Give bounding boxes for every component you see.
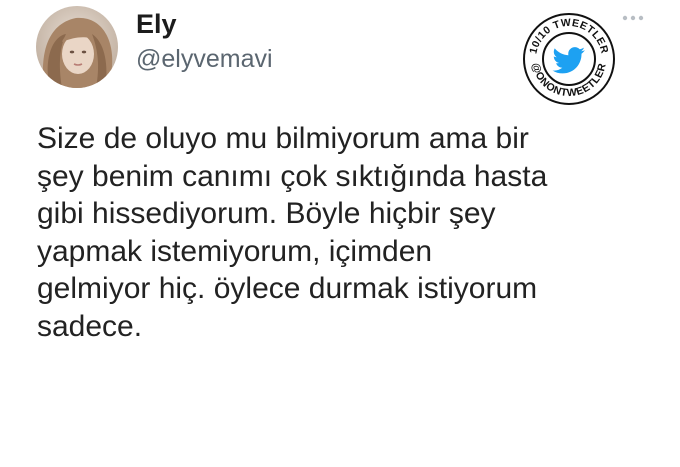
tweet-text: Size de oluyo mu bilmiyorum ama bir şey … [37,120,647,345]
tweet-text-line: yapmak istemiyorum, içimden [37,234,433,268]
avatar-photo [36,6,118,88]
display-name[interactable]: Ely [136,8,177,40]
tweet-text-line: Size de oluyo mu bilmiyorum ama bir [37,122,529,155]
tweet-text-line: gelmiyor hiç. öylece durmak istiyorum [37,272,538,305]
more-dots-icon[interactable] [620,8,646,28]
tweet-text-line: gibi hissediyorum. Böyle hiçbir şey [37,197,496,230]
tweet-text-line: sadece. [37,309,143,343]
user-handle[interactable]: @elyvemavi [136,44,273,74]
avatar[interactable] [36,6,118,88]
watermark-stamp: 10/10 TWEETLER @ONONTWEETLER [523,13,615,105]
tweet-card: Ely @elyvemavi 10/10 TWEETLER @ONONTWEET… [0,0,680,467]
tweet-text-line: şey benim canımı çok sıktığında hasta [37,159,548,193]
